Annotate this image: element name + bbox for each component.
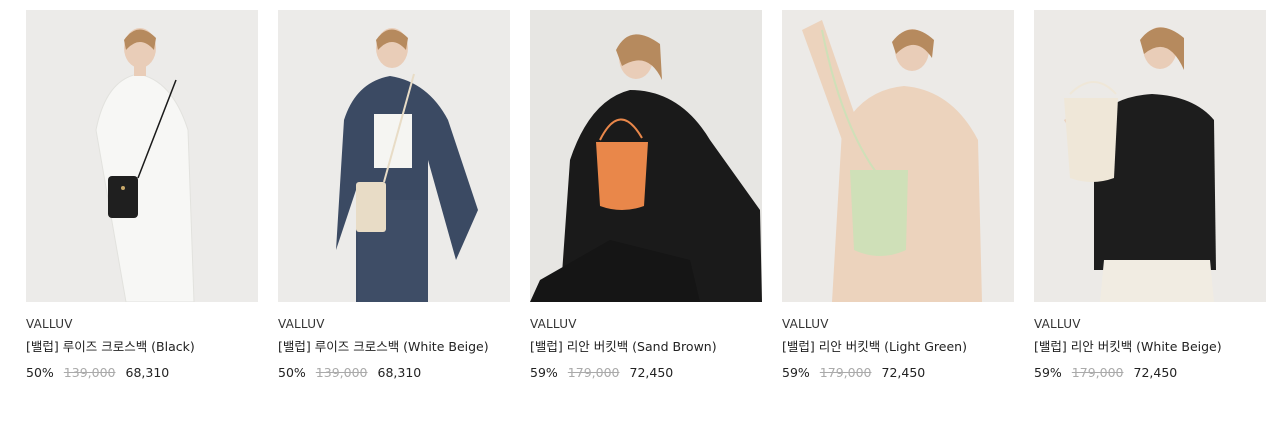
product-image[interactable]: [278, 10, 510, 302]
product-grid: VALLUV [밸럽] 루이즈 크로스백 (Black) 50% 139,000…: [26, 10, 1266, 380]
original-price: 179,000: [819, 365, 872, 380]
product-name[interactable]: [밸럽] 리안 버킷백 (Sand Brown): [530, 337, 762, 356]
product-card[interactable]: VALLUV [밸럽] 리안 버킷백 (White Beige) 59% 179…: [1034, 10, 1266, 380]
sale-price: 68,310: [125, 365, 170, 380]
product-image[interactable]: [782, 10, 1014, 302]
price-row: 50% 139,000 68,310: [26, 365, 258, 380]
price-row: 50% 139,000 68,310: [278, 365, 510, 380]
original-price: 139,000: [315, 365, 368, 380]
discount-rate: 59%: [782, 365, 810, 380]
product-name[interactable]: [밸럽] 루이즈 크로스백 (Black): [26, 337, 258, 356]
product-card[interactable]: VALLUV [밸럽] 루이즈 크로스백 (White Beige) 50% 1…: [278, 10, 510, 380]
price-row: 59% 179,000 72,450: [1034, 365, 1266, 380]
product-card[interactable]: VALLUV [밸럽] 리안 버킷백 (Sand Brown) 59% 179,…: [530, 10, 762, 380]
product-brand[interactable]: VALLUV: [26, 316, 258, 332]
discount-rate: 59%: [1034, 365, 1062, 380]
product-name[interactable]: [밸럽] 루이즈 크로스백 (White Beige): [278, 337, 510, 356]
price-row: 59% 179,000 72,450: [530, 365, 762, 380]
discount-rate: 59%: [530, 365, 558, 380]
product-image[interactable]: [1034, 10, 1266, 302]
price-row: 59% 179,000 72,450: [782, 365, 1014, 380]
original-price: 179,000: [567, 365, 620, 380]
original-price: 139,000: [63, 365, 116, 380]
product-image[interactable]: [530, 10, 762, 302]
sale-price: 72,450: [881, 365, 926, 380]
original-price: 179,000: [1071, 365, 1124, 380]
product-brand[interactable]: VALLUV: [530, 316, 762, 332]
product-image[interactable]: [26, 10, 258, 302]
product-brand[interactable]: VALLUV: [782, 316, 1014, 332]
product-card[interactable]: VALLUV [밸럽] 루이즈 크로스백 (Black) 50% 139,000…: [26, 10, 258, 380]
sale-price: 72,450: [629, 365, 674, 380]
product-brand[interactable]: VALLUV: [1034, 316, 1266, 332]
product-card[interactable]: VALLUV [밸럽] 리안 버킷백 (Light Green) 59% 179…: [782, 10, 1014, 380]
discount-rate: 50%: [278, 365, 306, 380]
product-name[interactable]: [밸럽] 리안 버킷백 (White Beige): [1034, 337, 1266, 356]
sale-price: 72,450: [1133, 365, 1178, 380]
product-name[interactable]: [밸럽] 리안 버킷백 (Light Green): [782, 337, 1014, 356]
sale-price: 68,310: [377, 365, 422, 380]
product-brand[interactable]: VALLUV: [278, 316, 510, 332]
discount-rate: 50%: [26, 365, 54, 380]
